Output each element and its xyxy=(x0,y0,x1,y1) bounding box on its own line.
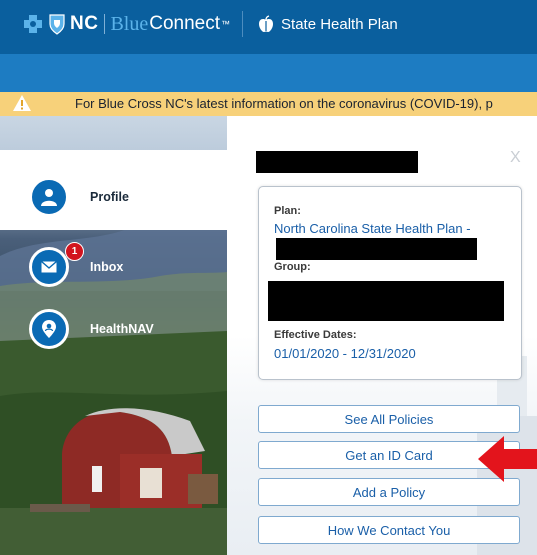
nav-item-profile[interactable]: Profile xyxy=(0,166,227,226)
healthnav-icon-circle xyxy=(29,309,69,349)
warning-icon xyxy=(13,95,31,111)
brand-connect-text: Connect xyxy=(149,13,221,34)
inbox-notification-badge: 1 xyxy=(65,242,84,261)
brand-separator xyxy=(104,14,106,34)
nav-label-profile: Profile xyxy=(90,190,129,204)
close-icon[interactable]: X xyxy=(510,149,521,167)
policy-details-panel: X Plan: North Carolina State Health Plan… xyxy=(227,116,537,555)
location-pin-icon xyxy=(42,320,56,338)
add-policy-button[interactable]: Add a Policy xyxy=(258,478,520,506)
nav-label-healthnav: HealthNAV xyxy=(90,322,154,336)
inbox-icon-circle xyxy=(29,247,69,287)
person-icon xyxy=(41,189,57,206)
left-navigation-panel: Profile Inbox 1 HealthNAV xyxy=(0,116,227,555)
brand-nc-text: NC xyxy=(70,13,99,34)
blue-shield-icon xyxy=(49,14,65,35)
profile-icon-circle xyxy=(29,177,69,217)
effective-dates-value: 01/01/2020 - 12/31/2020 xyxy=(274,346,416,361)
red-arrow-annotation xyxy=(478,436,537,482)
nav-item-inbox[interactable]: Inbox xyxy=(0,236,227,296)
redacted-member-name xyxy=(256,151,418,173)
bcbs-nc-logo[interactable]: NC Blue Connect ™ State Health Plan xyxy=(20,11,398,37)
covid-alert-banner[interactable]: For Blue Cross NC's latest information o… xyxy=(0,92,537,116)
see-all-policies-button[interactable]: See All Policies xyxy=(258,405,520,433)
group-label: Group: xyxy=(274,261,311,273)
brand-blue-text: Blue xyxy=(110,12,149,35)
top-header: NC Blue Connect ™ State Health Plan xyxy=(0,0,537,54)
redacted-group-number xyxy=(268,281,504,321)
policy-info-card: Plan: North Carolina State Health Plan -… xyxy=(258,186,522,380)
redacted-plan-name xyxy=(276,238,477,260)
plan-label: Plan: xyxy=(274,205,301,217)
nav-item-healthnav[interactable]: HealthNAV xyxy=(0,298,227,358)
apple-icon xyxy=(259,15,274,32)
plan-value: North Carolina State Health Plan - xyxy=(274,221,471,236)
header-divider xyxy=(242,11,244,37)
envelope-icon xyxy=(41,261,57,273)
brand-trademark: ™ xyxy=(221,19,231,29)
blue-cross-icon xyxy=(24,15,42,33)
how-we-contact-you-button[interactable]: How We Contact You xyxy=(258,516,520,544)
nav-label-inbox: Inbox xyxy=(90,260,124,274)
state-health-plan-text: State Health Plan xyxy=(281,15,398,33)
effective-dates-label: Effective Dates: xyxy=(274,329,357,341)
alert-text: For Blue Cross NC's latest information o… xyxy=(75,96,493,111)
sub-navigation-bar xyxy=(0,54,537,92)
